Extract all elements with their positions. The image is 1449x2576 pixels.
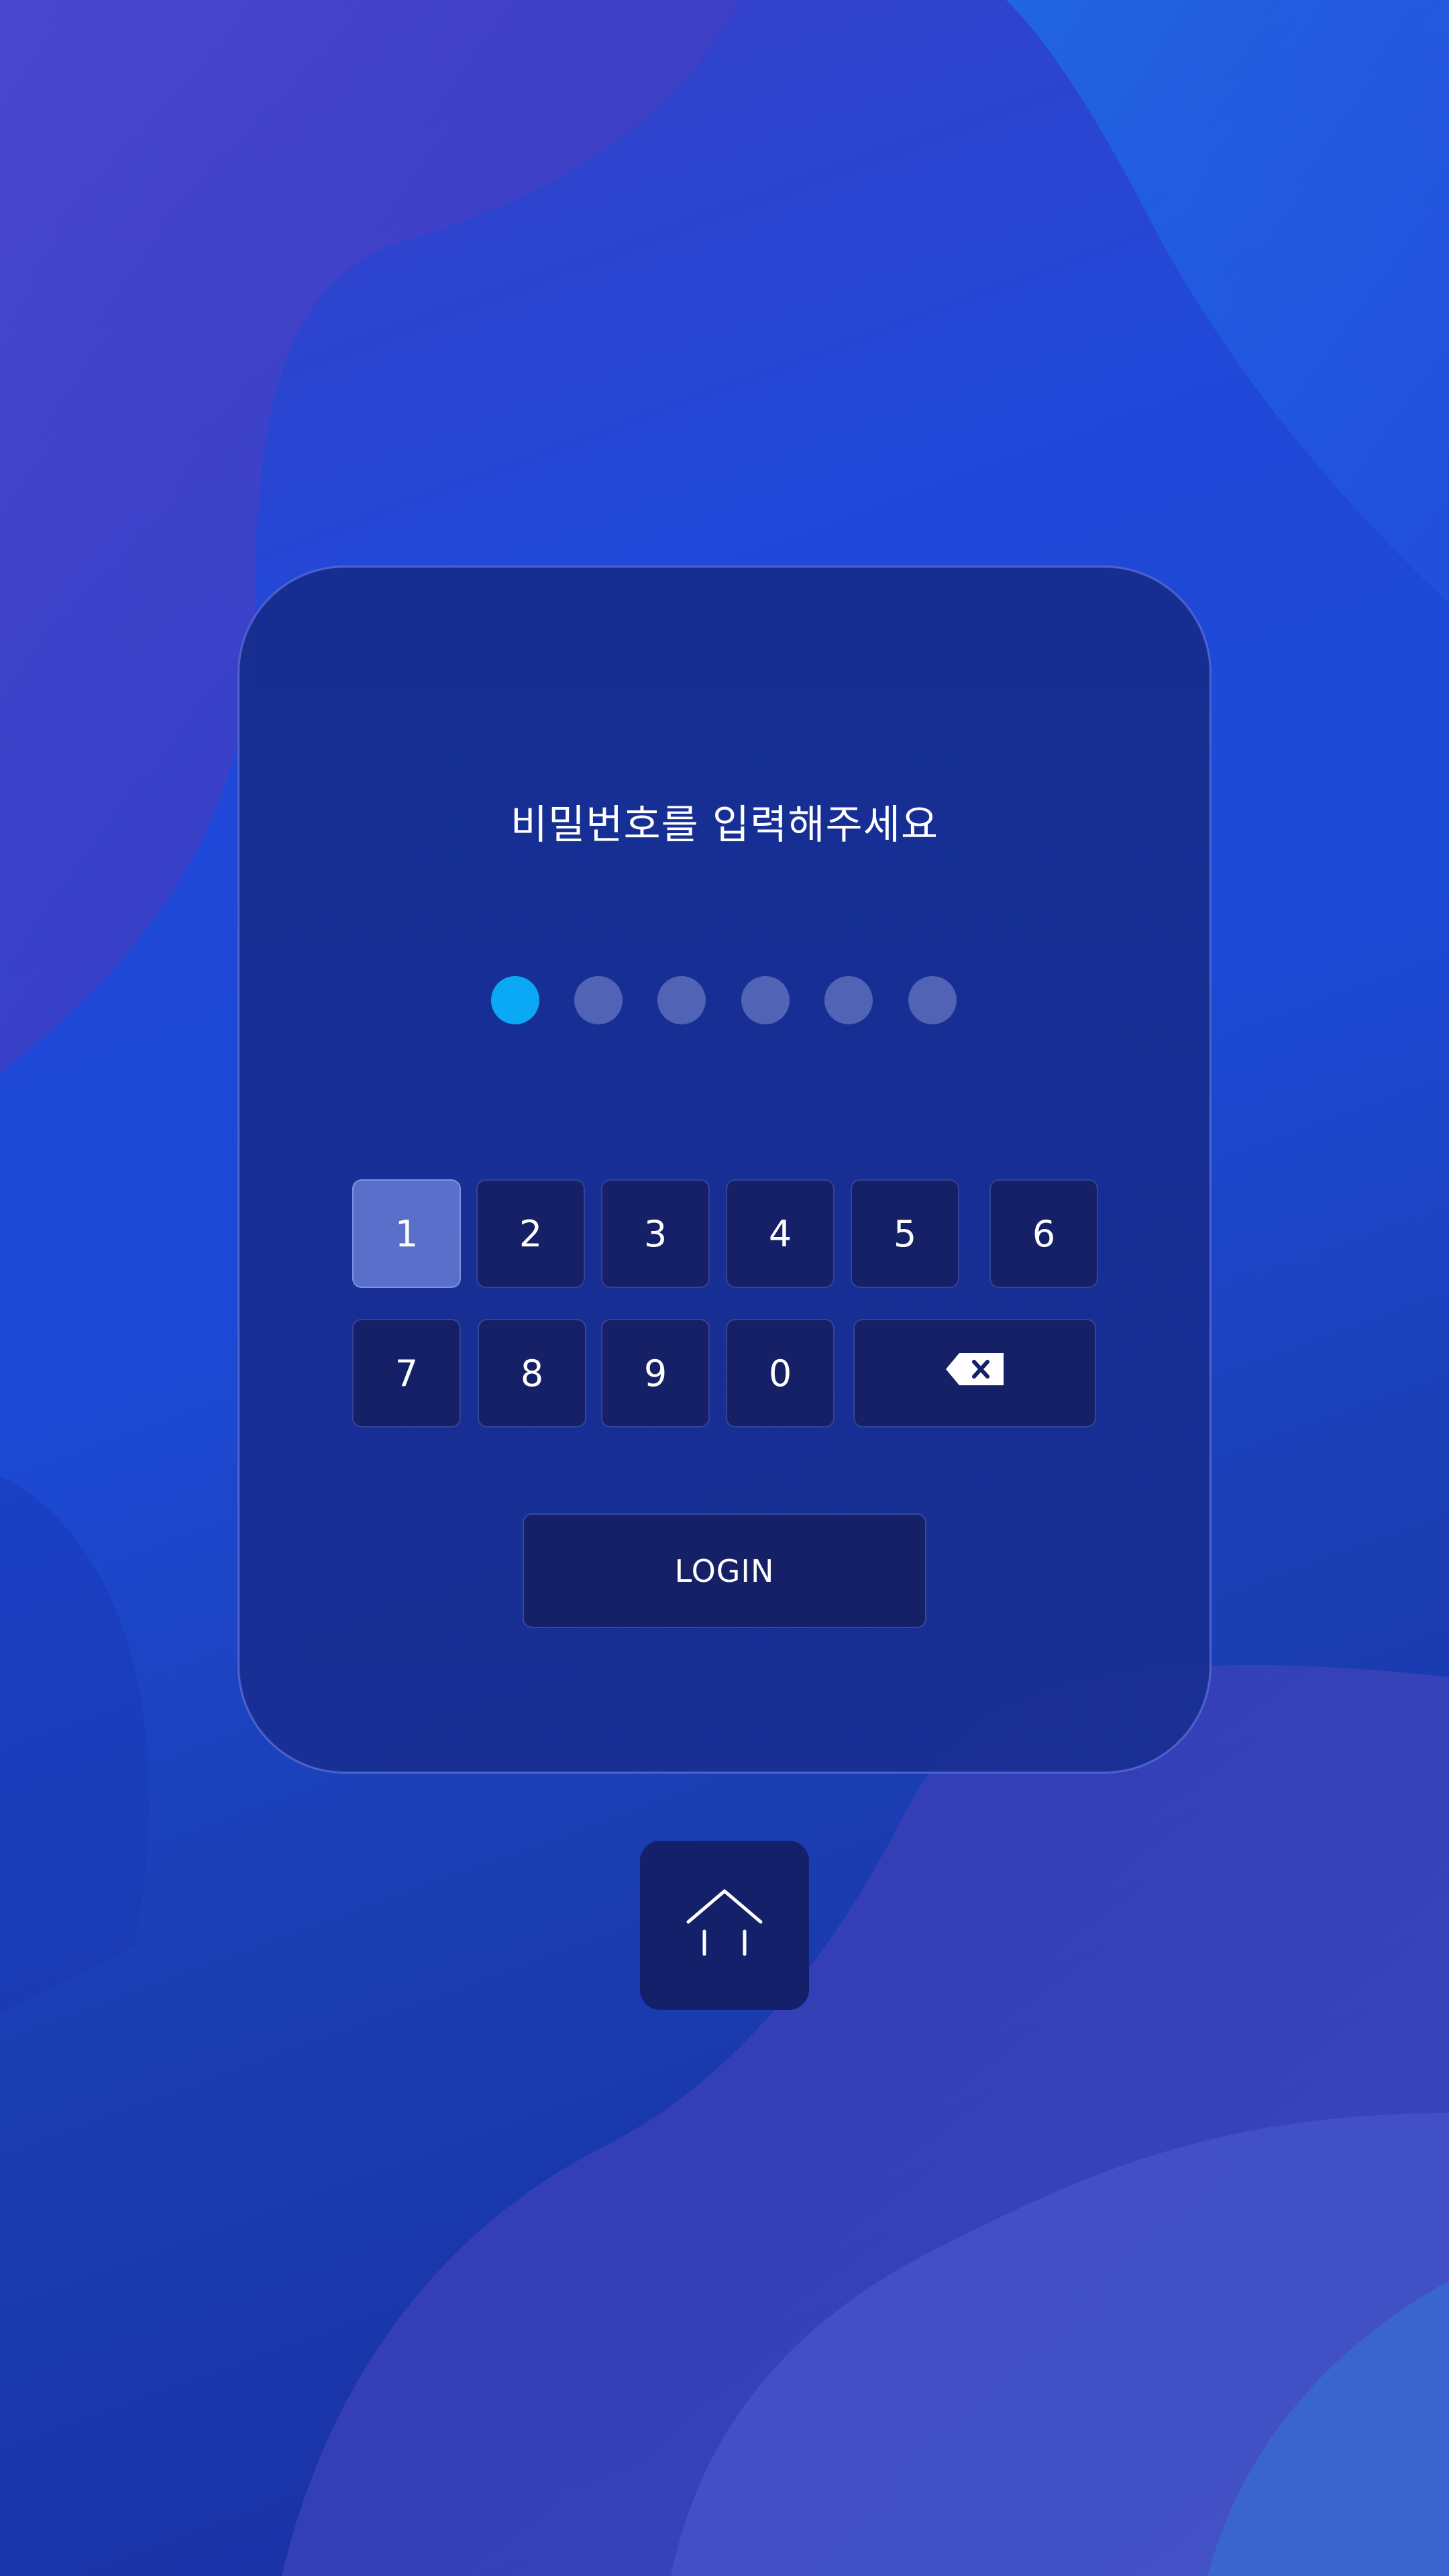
- pin-dot-2: [574, 976, 623, 1024]
- keypad-key-9[interactable]: 9: [601, 1319, 710, 1428]
- keypad-key-7[interactable]: 7: [352, 1319, 461, 1428]
- backspace-button[interactable]: [853, 1319, 1096, 1428]
- login-button[interactable]: LOGIN: [523, 1513, 926, 1628]
- keypad-key-6[interactable]: 6: [989, 1179, 1098, 1288]
- page-title: 비밀번호를 입력해주세요: [510, 802, 939, 849]
- home-icon: [684, 1887, 765, 1964]
- keypad-key-5[interactable]: 5: [851, 1179, 959, 1288]
- pin-indicator: [491, 976, 958, 1024]
- keypad-key-8[interactable]: 8: [478, 1319, 586, 1428]
- pin-dot-3: [657, 976, 706, 1024]
- home-button[interactable]: [640, 1841, 809, 2010]
- keypad-key-0[interactable]: 0: [726, 1319, 835, 1428]
- pin-dot-6: [908, 976, 957, 1024]
- pin-dot-5: [824, 976, 873, 1024]
- backspace-icon: [945, 1352, 1005, 1395]
- pin-dot-1: [491, 976, 539, 1024]
- keypad-key-3[interactable]: 3: [601, 1179, 710, 1288]
- keypad-key-2[interactable]: 2: [476, 1179, 585, 1288]
- pin-dot-4: [741, 976, 790, 1024]
- keypad-key-1[interactable]: 1: [352, 1179, 461, 1288]
- keypad-key-4[interactable]: 4: [726, 1179, 835, 1288]
